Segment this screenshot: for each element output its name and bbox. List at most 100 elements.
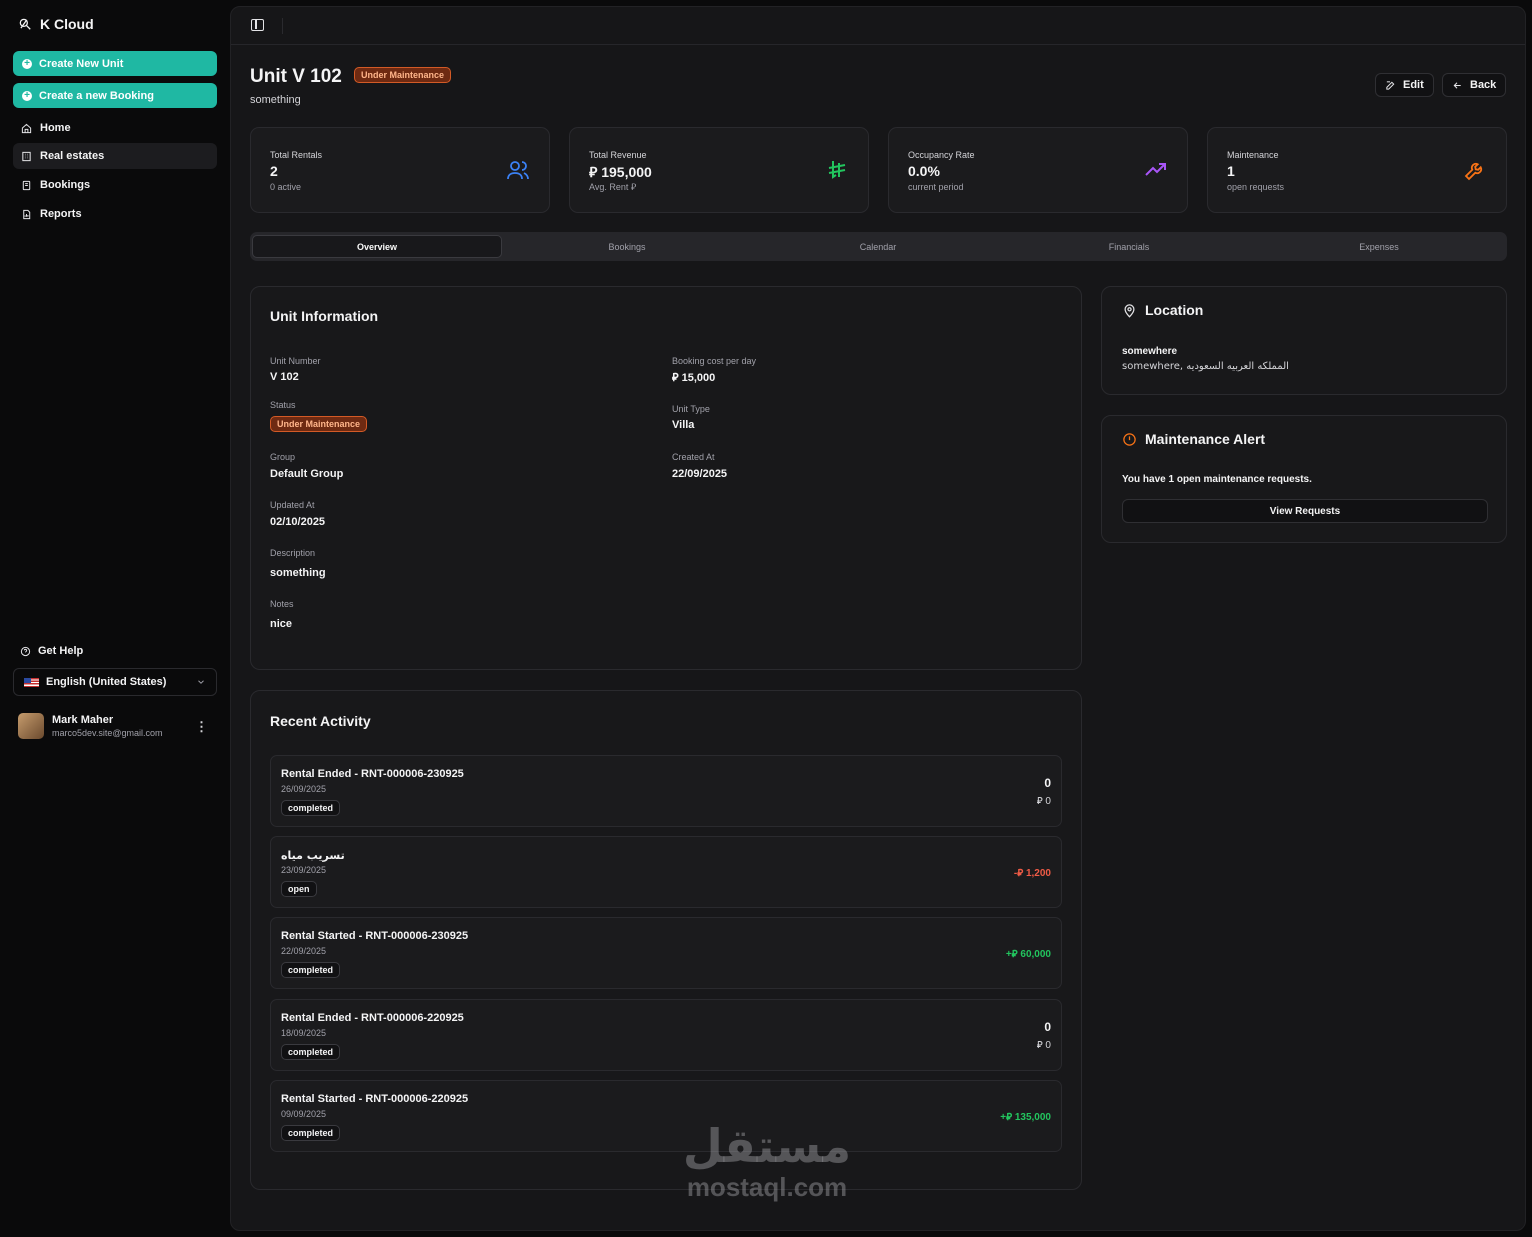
card-title: Unit Information	[270, 308, 379, 324]
maintenance-alert-text: You have 1 open maintenance requests.	[1122, 474, 1312, 485]
watermark-latin: mostaql.com	[686, 1172, 848, 1202]
user-profile[interactable]: Mark Maher marco5dev.site@gmail.com ⋮	[18, 713, 218, 739]
stat-card-maintenance: Maintenance 1 open requests	[1207, 127, 1507, 213]
get-help-link[interactable]: Get Help	[20, 645, 83, 657]
user-email: marco5dev.site@gmail.com	[52, 728, 163, 738]
users-icon	[507, 161, 529, 180]
notes-value: nice	[270, 618, 293, 630]
stat-card-total-rentals: Total Rentals 2 0 active	[250, 127, 550, 213]
activity-date: 26/09/2025	[281, 784, 327, 794]
created-at-value: 22/09/2025	[672, 468, 728, 480]
create-unit-label: Create New Unit	[39, 57, 124, 70]
building-icon	[22, 151, 31, 161]
unit-number-value: V 102	[270, 371, 299, 383]
us-flag-icon	[24, 677, 39, 687]
activity-amount: 0	[1044, 1020, 1051, 1034]
edit-button[interactable]: Edit	[1375, 73, 1434, 97]
tab-bar: Overview Bookings Calendar Financials Ex…	[250, 232, 1507, 261]
plus-circle-icon: +	[22, 90, 32, 101]
updated-at-value: 02/10/2025	[270, 516, 326, 528]
trending-up-icon	[1145, 163, 1166, 176]
create-booking-label: Create a new Booking	[39, 89, 154, 102]
sidebar-item-reports[interactable]: Reports	[13, 201, 217, 227]
activity-item[interactable]: تسريب مياه 23/09/2025 open -⃁ 1,200	[270, 836, 1062, 908]
sidebar-item-bookings[interactable]: Bookings	[13, 172, 217, 198]
unit-type-label: Unit Type	[672, 404, 710, 414]
activity-title: Rental Ended - RNT-000006-230925	[281, 768, 464, 780]
activity-status-badge: open	[281, 881, 317, 897]
notes-label: Notes	[270, 599, 294, 609]
group-value: Default Group	[270, 468, 344, 480]
sidebar-toggle-icon[interactable]	[251, 19, 264, 31]
brand[interactable]: K Cloud	[18, 16, 94, 32]
stat-label: Total Rentals	[270, 150, 323, 160]
unit-number-label: Unit Number	[270, 356, 321, 366]
edit-icon	[1386, 80, 1395, 90]
chevron-down-icon	[198, 680, 204, 684]
activity-date: 23/09/2025	[281, 865, 327, 875]
back-button[interactable]: Back	[1442, 73, 1507, 97]
activity-status-badge: completed	[281, 1044, 341, 1060]
description-value: something	[270, 567, 326, 579]
tab-financials[interactable]: Financials	[1004, 235, 1254, 258]
activity-amount: -⃁ 1,200	[1013, 868, 1051, 879]
created-at-label: Created At	[672, 452, 715, 462]
location-address: somewhere, المملكه العربيه السعوديه	[1122, 361, 1289, 372]
more-vertical-icon[interactable]: ⋮	[195, 719, 208, 735]
sidebar-item-label: Real estates	[40, 150, 105, 162]
activity-item[interactable]: Rental Started - RNT-000006-230925 22/09…	[270, 917, 1062, 989]
activity-item[interactable]: Rental Ended - RNT-000006-220925 18/09/2…	[270, 999, 1062, 1071]
user-name: Mark Maher	[52, 714, 114, 726]
app-root: K Cloud + Create New Unit + Create a new…	[0, 0, 1532, 1237]
tab-calendar[interactable]: Calendar	[753, 235, 1003, 258]
arrow-left-icon	[1453, 81, 1461, 89]
group-label: Group	[270, 452, 296, 462]
topbar	[231, 7, 1525, 45]
activity-date: 18/09/2025	[281, 1028, 327, 1038]
cloud-logo-icon	[19, 18, 31, 30]
watermark: مستقل mostaql.com	[672, 1120, 862, 1202]
activity-status-badge: completed	[281, 962, 341, 978]
page-title: Unit V 102	[250, 66, 342, 87]
stat-sub: 0 active	[270, 182, 302, 192]
sidebar-item-real-estates[interactable]: Real estates	[13, 143, 217, 169]
plus-circle-icon: +	[22, 58, 32, 69]
divider	[282, 18, 283, 34]
tab-bookings[interactable]: Bookings	[502, 235, 752, 258]
alert-circle-icon	[1123, 432, 1136, 446]
view-requests-button[interactable]: View Requests	[1122, 499, 1488, 523]
language-select[interactable]: English (United States)	[13, 668, 217, 696]
language-label: English (United States)	[46, 676, 167, 688]
activity-amount-sub: ⃁ 0	[1036, 1040, 1051, 1051]
activity-amount: 0	[1044, 776, 1051, 790]
stat-label: Maintenance	[1227, 150, 1279, 160]
main-panel: Unit V 102 Under Maintenance something E…	[230, 6, 1526, 1231]
stat-value: 0.0%	[908, 163, 940, 179]
map-pin-icon	[1124, 303, 1135, 318]
sidebar-item-home[interactable]: Home	[13, 115, 217, 141]
activity-date: 09/09/2025	[281, 1109, 327, 1119]
sidebar-item-label: Reports	[40, 208, 82, 220]
stat-card-occupancy-rate: Occupancy Rate 0.0% current period	[888, 127, 1188, 213]
activity-item[interactable]: Rental Started - RNT-000006-220925 09/09…	[270, 1080, 1062, 1152]
avatar	[18, 713, 44, 739]
tab-overview[interactable]: Overview	[252, 235, 502, 258]
create-booking-button[interactable]: + Create a new Booking	[13, 83, 217, 108]
activity-status-badge: completed	[281, 800, 341, 816]
stat-value: ⃁ 195,000	[589, 164, 652, 180]
activity-item[interactable]: Rental Ended - RNT-000006-230925 26/09/2…	[270, 755, 1062, 827]
stat-sub: current period	[908, 182, 964, 192]
page-subtitle: something	[250, 94, 301, 106]
get-help-label: Get Help	[38, 645, 84, 657]
location-title: Location	[1122, 302, 1203, 318]
sidebar-item-label: Bookings	[40, 179, 91, 191]
recent-activity-card: Recent Activity Rental Ended - RNT-00000…	[250, 690, 1082, 1190]
edit-label: Edit	[1403, 79, 1424, 91]
stat-sub: open requests	[1227, 182, 1285, 192]
activity-status-badge: completed	[281, 1125, 341, 1141]
location-card: Location somewhere somewhere, المملكه ال…	[1101, 286, 1507, 395]
activity-title: Rental Ended - RNT-000006-220925	[281, 1012, 464, 1024]
tab-expenses[interactable]: Expenses	[1254, 235, 1504, 258]
create-unit-button[interactable]: + Create New Unit	[13, 51, 217, 76]
wrench-icon	[1464, 162, 1483, 181]
